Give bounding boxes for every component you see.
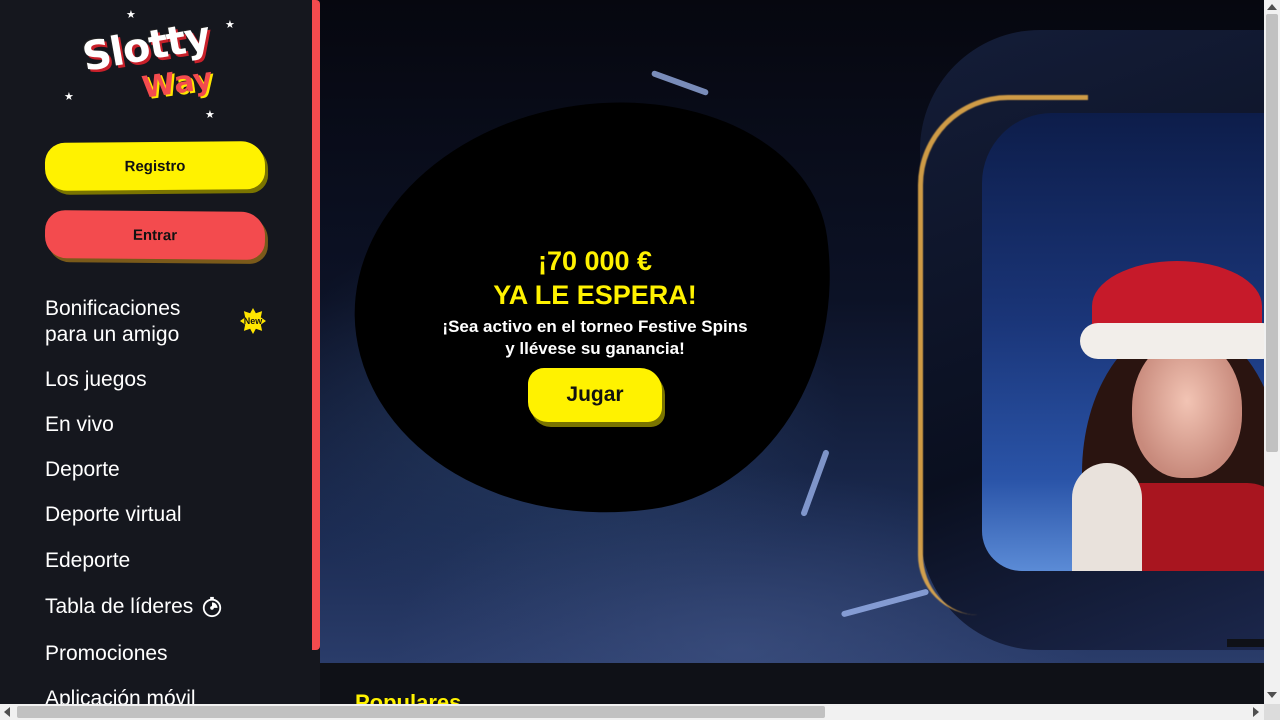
promo-title: YA LE ESPERA! (493, 280, 697, 310)
label-line: Bonificaciones (45, 297, 181, 320)
sidebar-item-promotions[interactable]: Promociones (45, 641, 305, 667)
sidebar-item-label: Promociones (45, 642, 168, 665)
sidebar-item-mobile-app[interactable]: Aplicación móvil (45, 686, 305, 704)
scroll-down-arrow-icon[interactable] (1267, 692, 1277, 698)
horizontal-scrollbar-thumb[interactable] (17, 706, 825, 718)
new-badge: New (240, 308, 266, 334)
sidebar-item-esport[interactable]: Edeporte (45, 548, 305, 574)
scroll-right-arrow-icon[interactable] (1253, 707, 1259, 717)
play-button[interactable]: Jugar (528, 368, 662, 422)
sidebar-item-games[interactable]: Los juegos (45, 367, 305, 393)
horizontal-scrollbar[interactable] (0, 704, 1264, 720)
illustration-part (1132, 338, 1242, 478)
scroll-left-arrow-icon[interactable] (4, 707, 10, 717)
page-root: ★ ★ ★ ★ Slotty Way Registro Entrar Bonif… (0, 0, 1280, 720)
star-icon: ★ (225, 19, 235, 31)
illustration-part (1072, 463, 1142, 571)
star-icon: ★ (205, 109, 215, 121)
site-logo[interactable]: ★ ★ ★ ★ Slotty Way (60, 8, 250, 121)
sidebar-item-label: Tabla de líderes (45, 595, 194, 618)
sidebar-item-referral-bonus[interactable]: Bonificaciones para un amigo New (45, 296, 305, 348)
decor-light (650, 69, 710, 97)
sidebar-item-label: Deporte (45, 458, 120, 481)
login-button[interactable]: Entrar (44, 210, 266, 260)
sidebar-item-leaderboard[interactable]: Tabla de líderes (45, 594, 305, 620)
sidebar-item-live[interactable]: En vivo (45, 412, 305, 438)
decor-light (800, 449, 830, 517)
sidebar-scrollbar-thumb[interactable] (312, 0, 320, 650)
vertical-scrollbar[interactable] (1264, 0, 1280, 704)
sidebar-nav: Bonificaciones para un amigo New Los jue… (45, 296, 305, 704)
promo-text: ¡70 000 € YA LE ESPERA! ¡Sea activo en e… (425, 244, 765, 360)
sidebar-item-label: Aplicación móvil (45, 687, 196, 704)
vertical-scrollbar-thumb[interactable] (1266, 14, 1278, 452)
timer-icon (203, 596, 222, 618)
decor-light (840, 588, 930, 618)
register-button[interactable]: Registro (44, 141, 266, 191)
sidebar-item-label: Los juegos (45, 368, 147, 391)
sidebar-item-virtual-sport[interactable]: Deporte virtual (45, 502, 305, 528)
sidebar-scrollbar-track (312, 650, 320, 704)
sidebar-item-label: Deporte virtual (45, 503, 182, 526)
promo-subtitle: y llévese su ganancia! (505, 339, 685, 358)
scrollbar-corner (1264, 704, 1280, 720)
sidebar-item-label: Bonificaciones para un amigo (45, 296, 180, 348)
star-icon: ★ (64, 91, 74, 103)
slider-indicator[interactable] (1227, 639, 1264, 647)
illustration-part (1080, 323, 1264, 359)
banner-illustration (982, 113, 1264, 571)
star-icon: ★ (126, 9, 136, 21)
scroll-up-arrow-icon[interactable] (1267, 4, 1277, 10)
sidebar-item-label: Edeporte (45, 549, 131, 572)
promo-title: ¡70 000 € (537, 246, 653, 276)
label-line: para un amigo (45, 323, 180, 346)
sidebar: ★ ★ ★ ★ Slotty Way Registro Entrar Bonif… (0, 0, 312, 704)
sidebar-item-label: En vivo (45, 413, 114, 436)
sidebar-item-sport[interactable]: Deporte (45, 457, 305, 483)
main-content (320, 663, 1264, 704)
promo-subtitle: ¡Sea activo en el torneo Festive Spins (442, 317, 748, 336)
